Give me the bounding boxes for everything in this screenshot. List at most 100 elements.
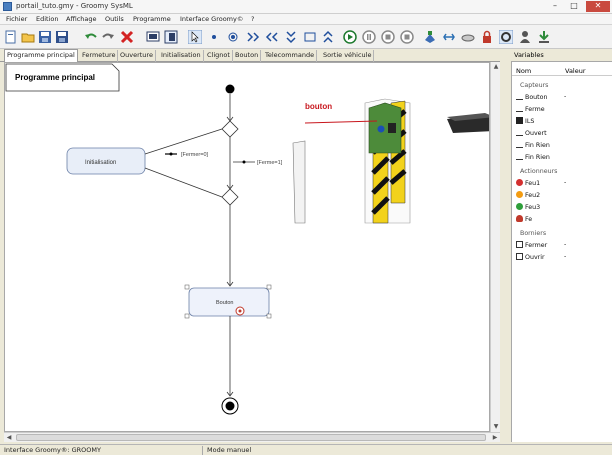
align-bottom-icon[interactable] xyxy=(303,30,317,44)
menu-bar: Fichier Edition Affichage Outils Program… xyxy=(0,14,612,25)
delete-icon[interactable] xyxy=(120,30,134,44)
connect-icon[interactable] xyxy=(442,30,456,44)
tab-clignot[interactable]: Clignot xyxy=(205,50,233,62)
tab-ouverture[interactable]: Ouverture xyxy=(118,50,156,62)
align-left-icon[interactable] xyxy=(246,30,260,44)
variable-fermer[interactable]: Fermer - xyxy=(516,241,566,249)
new-file-icon[interactable] xyxy=(4,30,18,44)
status-separator xyxy=(202,446,203,455)
stop2-icon[interactable] xyxy=(400,30,414,44)
status-interface: Interface Groomy®: GROOMY xyxy=(4,446,101,454)
dot-icon[interactable] xyxy=(207,30,221,44)
user-icon[interactable] xyxy=(518,30,532,44)
diagram-canvas[interactable]: Programme principal Initialisation [Ferm… xyxy=(4,62,490,432)
variable-feu3[interactable]: Feu3 xyxy=(516,203,540,211)
ils-icon xyxy=(516,117,523,124)
tab-fermeture[interactable]: Fermeture xyxy=(80,50,119,62)
toolbar xyxy=(0,25,612,49)
undo-icon[interactable] xyxy=(84,30,98,44)
scroll-right-icon[interactable]: ▶ xyxy=(490,433,500,443)
terminal-icon xyxy=(516,253,523,260)
gate-3d-model: bouton xyxy=(292,98,489,224)
app-icon xyxy=(3,2,12,11)
window-title: portail_tuto.gmy - Groomy SysML xyxy=(16,2,133,10)
variable-fin-rien-2[interactable]: Fin Rien xyxy=(516,153,550,161)
pointer-icon[interactable] xyxy=(188,30,202,44)
tab-bouton[interactable]: Bouton xyxy=(233,50,262,62)
stop-icon[interactable] xyxy=(381,30,395,44)
menu-help[interactable]: ? xyxy=(251,15,254,23)
tab-telecommande[interactable]: Telecommande xyxy=(263,50,318,62)
variable-fin-rien-1[interactable]: Fin Rien xyxy=(516,141,550,149)
bulb-icon xyxy=(516,215,523,222)
bouton-callout-label: bouton xyxy=(305,102,332,111)
group-capteurs[interactable]: Capteurs xyxy=(520,82,548,89)
activity-diagram: Programme principal Initialisation [Ferm… xyxy=(5,63,489,415)
menu-edition[interactable]: Edition xyxy=(36,15,59,23)
pause-icon[interactable] xyxy=(362,30,376,44)
save-icon[interactable] xyxy=(38,30,52,44)
download-icon[interactable] xyxy=(537,30,551,44)
variable-ils[interactable]: ILS xyxy=(516,117,534,125)
guard-fermeture-label: [Fermer=0] xyxy=(181,152,209,158)
variable-ouvert[interactable]: Ouvert xyxy=(516,129,547,137)
save-as-icon[interactable] xyxy=(55,30,69,44)
scroll-down-icon[interactable]: ▼ xyxy=(491,422,501,432)
minimize-button[interactable]: – xyxy=(546,1,564,12)
align-center-icon[interactable] xyxy=(321,30,335,44)
variable-ouvrir[interactable]: Ouvrir - xyxy=(516,253,566,261)
tab-initialisation[interactable]: Initialisation xyxy=(159,50,204,62)
open-folder-icon[interactable] xyxy=(21,30,35,44)
settings-icon[interactable] xyxy=(499,30,513,44)
sensor-icon xyxy=(516,141,523,148)
menu-fichier[interactable]: Fichier xyxy=(6,15,27,23)
menu-affichage[interactable]: Affichage xyxy=(66,15,97,23)
column-value: Valeur xyxy=(565,67,586,75)
variables-columns: Nom Valeur xyxy=(512,66,612,76)
group-actionneurs[interactable]: Actionneurs xyxy=(520,168,557,175)
align-right-icon[interactable] xyxy=(265,30,279,44)
status-bar: Interface Groomy®: GROOMY Mode manuel xyxy=(0,444,612,455)
horizontal-scroll-thumb[interactable] xyxy=(16,434,486,441)
sensor-icon xyxy=(516,93,523,100)
layout-icon[interactable] xyxy=(164,30,178,44)
merge-node[interactable] xyxy=(221,120,239,138)
sensor-icon xyxy=(516,129,523,136)
variable-ferme[interactable]: Ferme xyxy=(516,105,545,113)
close-button[interactable]: ✕ xyxy=(586,1,610,12)
vertical-scrollbar[interactable]: ▲ ▼ xyxy=(490,62,500,432)
orange-light-icon xyxy=(516,191,523,198)
link-icon[interactable] xyxy=(461,30,475,44)
status-mode: Mode manuel xyxy=(207,446,252,454)
bouton-action-label: Bouton xyxy=(216,300,233,306)
scroll-left-icon[interactable]: ◀ xyxy=(4,433,14,443)
tab-programme-principal[interactable]: Programme principal xyxy=(4,49,78,62)
align-top-icon[interactable] xyxy=(284,30,298,44)
maximize-button[interactable]: □ xyxy=(565,1,583,12)
variable-fe[interactable]: Fe xyxy=(516,215,532,223)
decision-node[interactable] xyxy=(221,188,239,206)
title-bar: portail_tuto.gmy - Groomy SysML – □ ✕ xyxy=(0,0,612,14)
play-icon[interactable] xyxy=(343,30,357,44)
menu-interface-groomy[interactable]: Interface Groomy© xyxy=(180,15,243,23)
variable-feu2[interactable]: Feu2 xyxy=(516,191,540,199)
diagram-title: Programme principal xyxy=(15,73,95,82)
sensor-icon xyxy=(516,105,523,112)
scroll-up-icon[interactable]: ▲ xyxy=(491,62,501,72)
group-borniers[interactable]: Borniers xyxy=(520,230,546,237)
tab-sortie-vehicule[interactable]: Sortie véhicule xyxy=(321,50,375,62)
menu-programme[interactable]: Programme xyxy=(133,15,171,23)
redo-icon[interactable] xyxy=(101,30,115,44)
variable-feu1[interactable]: Feu1- xyxy=(516,179,566,187)
horizontal-scrollbar[interactable]: ◀ ▶ xyxy=(4,432,500,442)
screen-icon[interactable] xyxy=(146,30,160,44)
variable-bouton[interactable]: Bouton - xyxy=(516,93,566,101)
robot-icon[interactable] xyxy=(423,30,437,44)
flow-line xyxy=(144,128,223,155)
program-tabs: Programme principal Fermeture Ouverture … xyxy=(0,49,500,62)
red-light-icon xyxy=(516,179,523,186)
lock-icon[interactable] xyxy=(480,30,494,44)
target-icon[interactable] xyxy=(226,30,240,44)
initial-node[interactable] xyxy=(225,84,235,94)
menu-outils[interactable]: Outils xyxy=(105,15,124,23)
